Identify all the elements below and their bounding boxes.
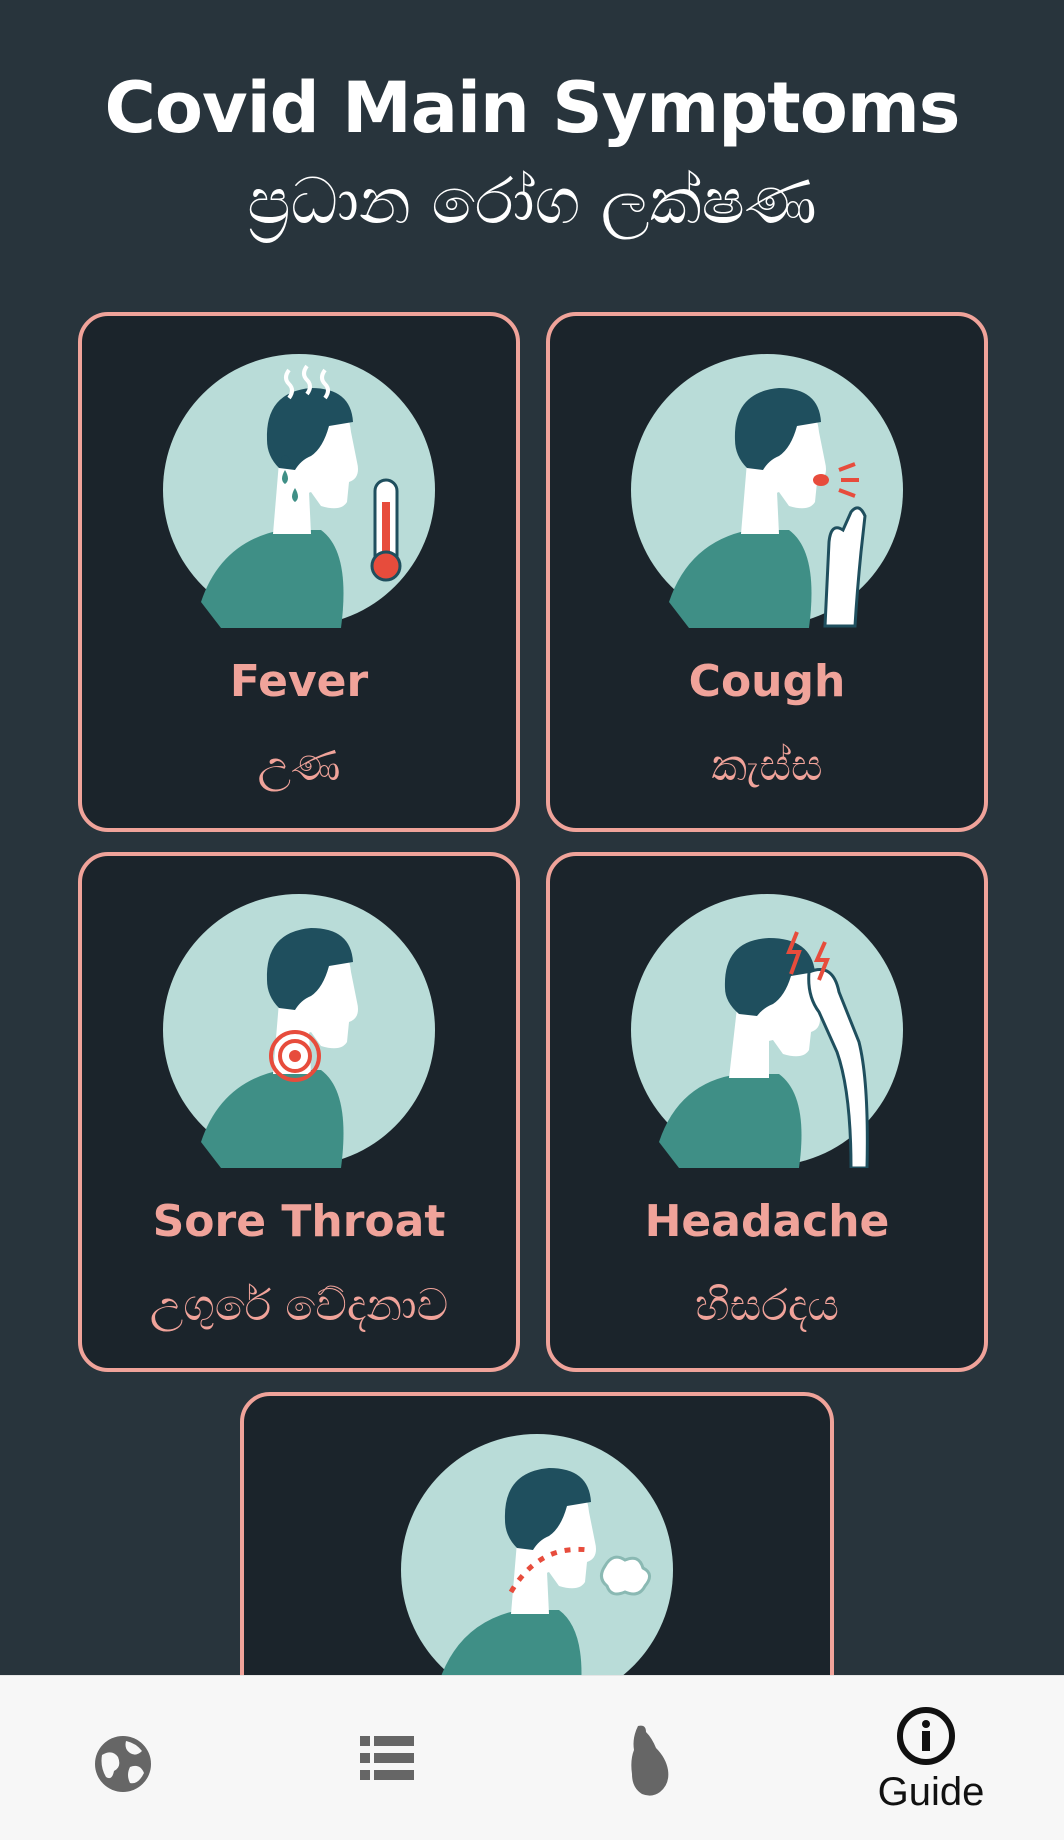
nav-label-guide: Guide bbox=[877, 1770, 985, 1814]
headache-illustration-icon bbox=[631, 894, 903, 1168]
cough-illustration-icon bbox=[631, 354, 903, 628]
info-icon bbox=[897, 1707, 955, 1765]
globe-icon bbox=[95, 1736, 151, 1792]
nav-item-global[interactable] bbox=[0, 1676, 266, 1840]
nav-item-sri-lanka[interactable] bbox=[532, 1676, 798, 1840]
symptoms-guide-screen: Covid Main Symptoms ප්‍රධාන රෝග ලක්ෂණ Fe… bbox=[0, 0, 1064, 1840]
nav-item-list[interactable] bbox=[266, 1676, 532, 1840]
sore-throat-illustration-icon bbox=[163, 894, 435, 1168]
symptom-name-si: කැස්ස bbox=[711, 740, 823, 791]
symptom-card-fever[interactable]: Fever උණ bbox=[78, 312, 520, 832]
symptom-name-en: Sore Throat bbox=[152, 1196, 446, 1247]
page-header: Covid Main Symptoms ප්‍රධාන රෝග ලක්ෂණ bbox=[0, 62, 1064, 250]
nav-item-guide[interactable]: Guide bbox=[798, 1676, 1064, 1840]
symptom-name-en: Fever bbox=[229, 656, 369, 707]
fever-illustration-icon bbox=[163, 354, 435, 628]
symptom-card-headache[interactable]: Headache හිසරදය bbox=[546, 852, 988, 1372]
symptom-name-en: Cough bbox=[688, 656, 846, 707]
page-subtitle-sinhala: ප්‍රධාන රෝග ලක්ෂණ bbox=[247, 165, 817, 239]
symptom-name-si: උණ bbox=[257, 740, 341, 791]
symptom-card-sore-throat[interactable]: Sore Throat උගුරේ වේදනාව bbox=[78, 852, 520, 1372]
symptom-card-cough[interactable]: Cough කැස්ස bbox=[546, 312, 988, 832]
page-title: Covid Main Symptoms bbox=[104, 67, 961, 149]
symptom-name-si: උගුරේ වේදනාව bbox=[149, 1280, 449, 1331]
list-icon bbox=[360, 1736, 414, 1780]
symptom-name-si: හිසරදය bbox=[694, 1280, 839, 1331]
bottom-navigation: Guide bbox=[0, 1675, 1064, 1840]
breathing-difficulty-illustration-icon bbox=[401, 1434, 673, 1708]
symptom-name-en: Headache bbox=[644, 1196, 890, 1247]
sri-lanka-map-icon bbox=[631, 1725, 669, 1796]
